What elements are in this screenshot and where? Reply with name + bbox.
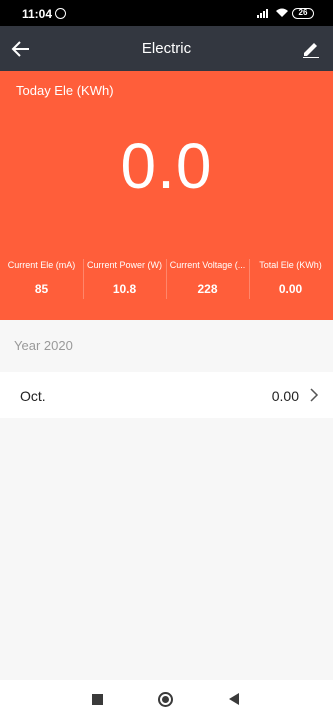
stat-label: Current Power (W) — [86, 260, 162, 270]
edit-pencil-icon[interactable] — [301, 38, 321, 58]
app-bar: Electric — [0, 26, 333, 71]
stat-current-voltage: Current Voltage (... 228 — [166, 260, 249, 296]
stat-total-ele: Total Ele (KWh) 0.00 — [249, 260, 332, 296]
system-nav-bar — [0, 680, 333, 720]
today-electricity-panel: Today Ele (KWh) 0.0 Current Ele (mA) 85 … — [0, 71, 333, 320]
recents-icon[interactable] — [92, 694, 103, 705]
status-time: 11:04 — [22, 7, 53, 21]
stat-label: Current Ele (mA) — [7, 260, 76, 270]
page-title: Electric — [141, 40, 192, 57]
alarm-icon — [55, 8, 66, 19]
signal-icon — [257, 9, 271, 18]
today-label: Today Ele (KWh) — [16, 83, 114, 98]
stats-row: Current Ele (mA) 85 Current Power (W) 10… — [0, 260, 333, 300]
chevron-right-icon — [310, 388, 319, 402]
month-row[interactable]: Oct. 0.00 — [0, 372, 333, 418]
stat-value: 85 — [34, 282, 49, 296]
stat-value: 228 — [197, 282, 218, 296]
month-label: Oct. — [20, 388, 46, 404]
stat-value: 0.00 — [278, 282, 303, 296]
wifi-icon — [276, 8, 288, 17]
stat-label: Total Ele (KWh) — [259, 260, 322, 270]
status-bar: 11:04 26 — [0, 0, 333, 26]
stat-value: 10.8 — [112, 282, 137, 296]
month-amount: 0.00 — [271, 388, 299, 404]
stat-current-ele: Current Ele (mA) 85 — [0, 260, 83, 296]
today-value: 0.0 — [120, 130, 213, 202]
year-header: Year 2020 — [14, 338, 73, 353]
stat-current-power: Current Power (W) 10.8 — [83, 260, 166, 296]
back-icon[interactable] — [229, 693, 239, 705]
battery-icon: 26 — [292, 8, 314, 19]
stat-label: Current Voltage (... — [169, 260, 246, 270]
home-icon[interactable] — [158, 692, 173, 707]
